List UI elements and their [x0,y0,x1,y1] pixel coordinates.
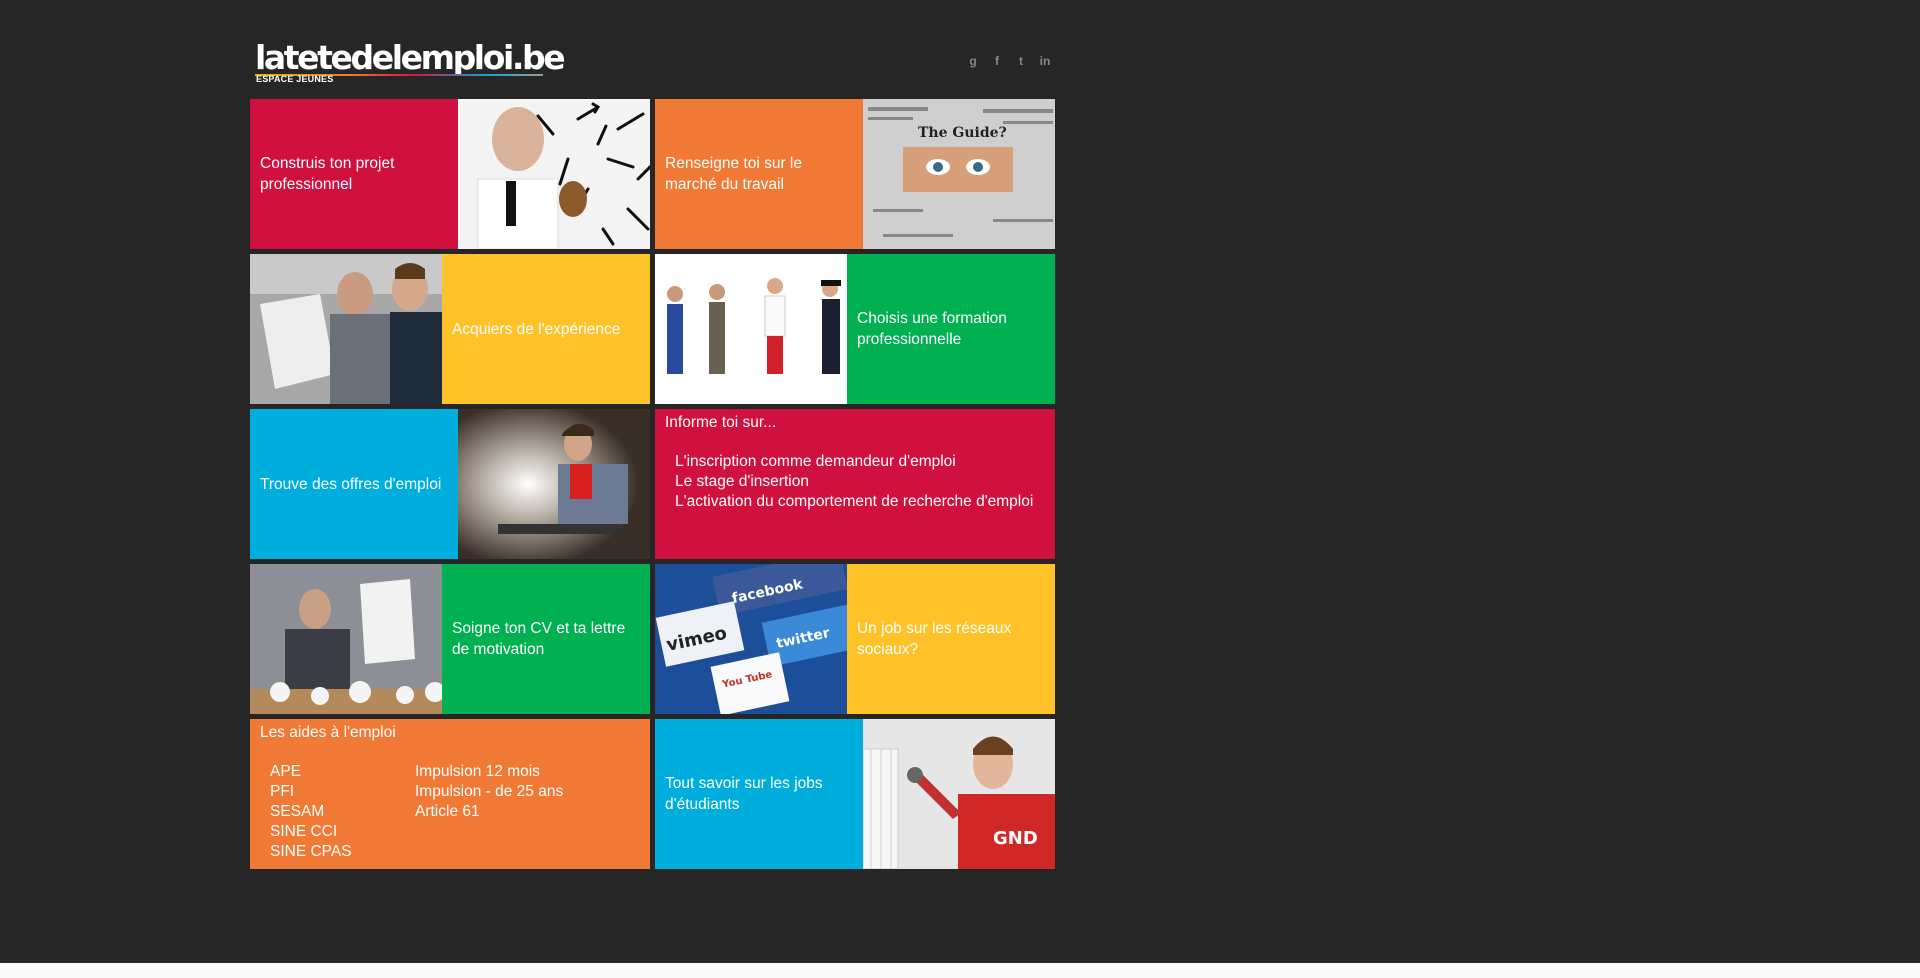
tile-label: Un job sur les réseaux sociaux? [847,564,1055,714]
tile-reseaux-sociaux[interactable]: facebook vimeo twitter You Tube Un job s… [655,564,1055,714]
link-sine-cci[interactable]: SINE CCI [270,822,352,842]
tile-label: Trouve des offres d'emploi [250,409,458,559]
linkedin-icon[interactable]: in [1036,52,1054,70]
aides-title: Les aides à l'emploi [260,724,396,741]
newspaper-headline: The Guide? [918,125,1007,141]
tile-label: Construis ton projet professionnel [250,99,458,249]
photo-workers-uniforms [655,254,847,404]
photo-mechanics-reading [250,254,442,404]
logo-subtitle: ESPACE JEUNES [256,74,334,84]
aides-col1: APE PFI SESAM SINE CCI SINE CPAS [270,762,352,862]
tile-label: Soigne ton CV et ta lettre de motivation [442,564,650,714]
informe-panel: Informe toi sur... L'inscription comme d… [655,409,1055,559]
link-impulsion-25-ans[interactable]: Impulsion - de 25 ans [415,782,563,802]
link-impulsion-12-mois[interactable]: Impulsion 12 mois [415,762,563,782]
link-ape[interactable]: APE [270,762,352,782]
tile-jobs-etudiants[interactable]: Tout savoir sur les jobs d'étudiants GND [655,719,1055,869]
tile-informe-toi: Informe toi sur... L'inscription comme d… [655,409,1055,559]
photo-newspaper-eyes: The Guide? [863,99,1055,249]
photo-stressed-man-papers [250,564,442,714]
site-logo[interactable]: latetedelemploi.be ESPACE JEUNES [255,38,566,84]
tile-offres-emploi[interactable]: Trouve des offres d'emploi [250,409,650,559]
photo-social-websites: facebook vimeo twitter You Tube [655,564,847,714]
link-inscription-demandeur[interactable]: L'inscription comme demandeur d'emploi [675,452,1033,472]
informe-list: L'inscription comme demandeur d'emploi L… [675,452,1033,512]
link-sine-cpas[interactable]: SINE CPAS [270,842,352,862]
facebook-icon[interactable]: f [988,52,1006,70]
tile-label: Choisis une formation professionnelle [847,254,1055,404]
shirt-print: GND [993,828,1038,849]
tile-label: Tout savoir sur les jobs d'étudiants [655,719,863,869]
link-pfi[interactable]: PFI [270,782,352,802]
tile-label: Renseigne toi sur le marché du travail [655,99,863,249]
tile-projet-professionnel[interactable]: Construis ton projet professionnel [250,99,650,249]
photo-man-with-arrows [458,99,650,249]
twitter-icon[interactable]: t [1012,52,1030,70]
tile-label: Acquiers de l'expérience [442,254,650,404]
tile-cv-lettre[interactable]: Soigne ton CV et ta lettre de motivation [250,564,650,714]
tile-formation[interactable]: Choisis une formation professionnelle [655,254,1055,404]
tile-grid: Construis ton projet professionnel Rense… [250,99,1055,869]
tile-marche-du-travail[interactable]: Renseigne toi sur le marché du travail T… [655,99,1055,249]
aides-col2: Impulsion 12 mois Impulsion - de 25 ans … [415,762,563,822]
link-stage-insertion[interactable]: Le stage d'insertion [675,472,1033,492]
informe-title: Informe toi sur... [665,414,777,431]
page-bottom-edge [0,963,1920,978]
aides-panel: Les aides à l'emploi APE PFI SESAM SINE … [250,719,650,869]
tile-experience[interactable]: Acquiers de l'expérience [250,254,650,404]
photo-laptop-explosion [458,409,650,559]
link-sesam[interactable]: SESAM [270,802,352,822]
link-activation-comportement[interactable]: L'activation du comportement de recherch… [675,492,1033,512]
tile-aides-emploi: Les aides à l'emploi APE PFI SESAM SINE … [250,719,650,869]
link-article-61[interactable]: Article 61 [415,802,563,822]
google-plus-icon[interactable]: g [964,52,982,70]
logo-title: latetedelemploi.be [255,38,566,77]
social-links: g f t in [964,52,1054,70]
photo-student-wrench: GND [863,719,1055,869]
